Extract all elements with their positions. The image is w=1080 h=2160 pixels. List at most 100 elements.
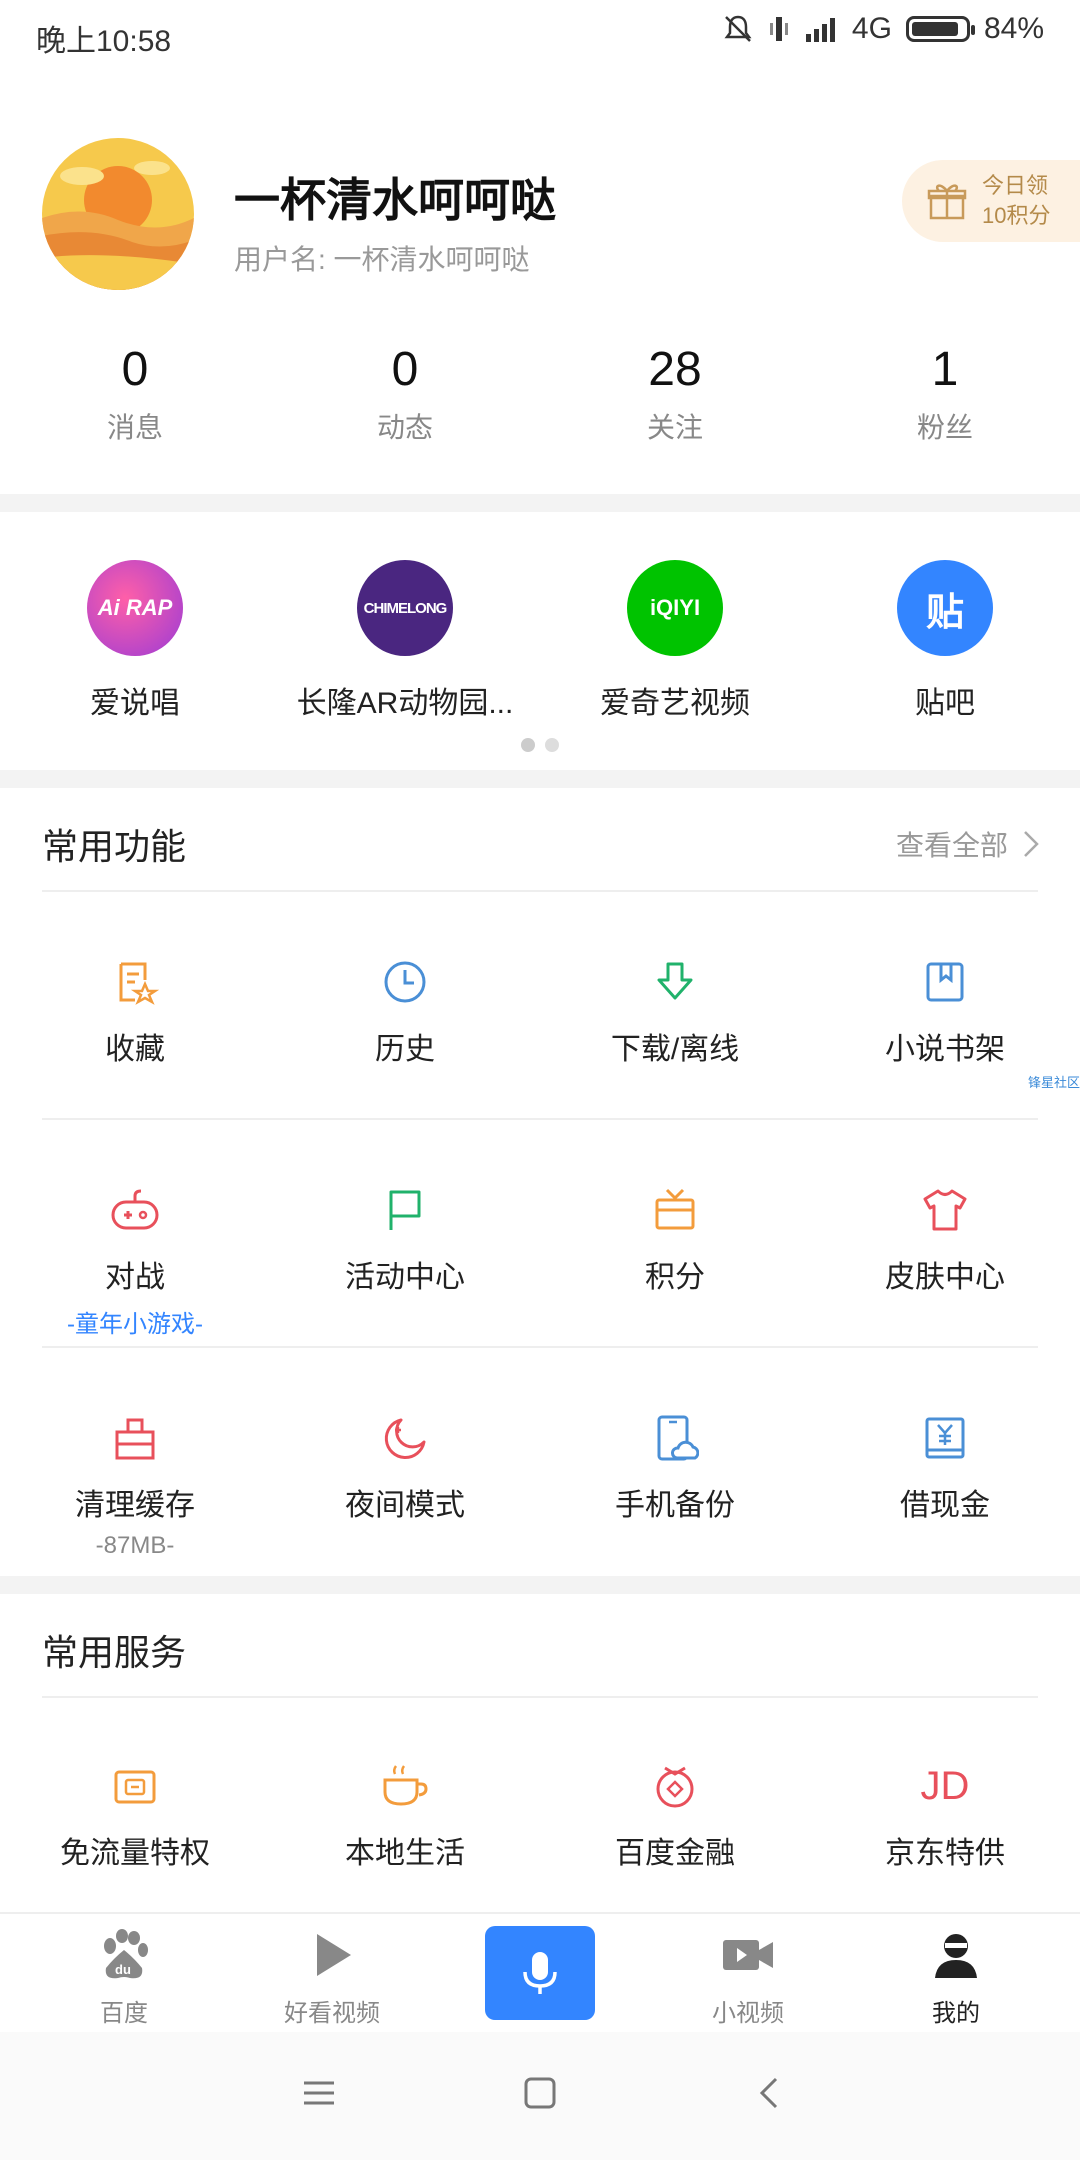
function-label: 活动中心: [345, 1261, 465, 1294]
function-borrow-cash[interactable]: 借现金: [810, 1414, 1080, 1560]
app-iqiyi[interactable]: iQIYI 爱奇艺视频: [540, 560, 810, 722]
function-clear-cache[interactable]: 清理缓存 -87MB-: [0, 1414, 270, 1560]
nav-baidu[interactable]: du 百度: [20, 1914, 228, 2032]
finance-icon: [656, 1766, 694, 1808]
service-local-life[interactable]: 本地生活: [270, 1762, 540, 1872]
stat-following[interactable]: 28 关注: [540, 340, 810, 446]
profile-username: 用户名: 一杯清水呵呵哒: [234, 244, 530, 275]
app-name: 长隆AR动物园...: [296, 687, 514, 720]
back-icon[interactable]: [752, 2076, 786, 2110]
user-icon: [935, 1934, 977, 1978]
service-baidu-finance[interactable]: 百度金融: [540, 1762, 810, 1872]
function-points[interactable]: 积分: [540, 1186, 810, 1339]
shirt-icon: [923, 1189, 967, 1231]
nav-short-video[interactable]: 小视频: [644, 1914, 852, 2032]
app-chimelong[interactable]: CHIMELONG 长隆AR动物园...: [270, 560, 540, 722]
nav-label: 百度: [100, 2000, 148, 2027]
stat-fans[interactable]: 1 粉丝: [810, 340, 1080, 446]
function-label: 清理缓存: [75, 1489, 195, 1522]
points-icon: [655, 1188, 695, 1230]
page-dot: [545, 738, 559, 752]
function-label: 小说书架: [885, 1033, 1005, 1066]
recent-apps: Ai RAP 爱说唱 CHIMELONG 长隆AR动物园... iQIYI 爱奇…: [0, 560, 1080, 722]
jd-icon: JD: [920, 1764, 970, 1808]
moon-icon: [384, 1418, 426, 1459]
services-row: 免流量特权 本地生活 百度金融 JD 京东特供: [0, 1762, 1080, 1872]
bottom-nav: du 百度 好看视频 小视频 我的: [0, 1912, 1080, 2032]
cash-icon: [925, 1417, 965, 1459]
function-activity-center[interactable]: 活动中心: [270, 1186, 540, 1339]
daily-points-button[interactable]: 今日领 10积分: [902, 160, 1080, 242]
free-data-icon: [114, 1770, 156, 1804]
chevron-right-icon: [1024, 831, 1039, 857]
divider: [42, 1696, 1038, 1698]
service-jd[interactable]: JD 京东特供: [810, 1762, 1080, 1872]
nav-haokan-video[interactable]: 好看视频: [228, 1914, 436, 2032]
function-night-mode[interactable]: 夜间模式: [270, 1414, 540, 1560]
coffee-icon: [383, 1765, 428, 1806]
function-row-2: 对战 -童年小游戏- 活动中心 积分 皮肤中心: [0, 1186, 1080, 1339]
divider: [42, 1346, 1038, 1348]
function-history[interactable]: 历史: [270, 958, 540, 1068]
nav-label: 小视频: [712, 2000, 784, 2027]
service-label: 百度金融: [615, 1837, 735, 1870]
status-icons: 4G 84%: [722, 12, 1044, 46]
gift-label-1: 今日领: [982, 173, 1049, 198]
stat-messages[interactable]: 0 消息: [0, 340, 270, 446]
app-name: 爱奇艺视频: [600, 687, 750, 720]
battery-percent: 84%: [983, 12, 1044, 45]
function-label: 手机备份: [615, 1489, 735, 1522]
function-skin-center[interactable]: 皮肤中心: [810, 1186, 1080, 1339]
function-label: 收藏: [105, 1033, 165, 1066]
gamepad-icon: [111, 1189, 159, 1230]
phone-backup-icon: [657, 1415, 699, 1461]
function-favorites[interactable]: 收藏: [0, 958, 270, 1068]
app-tieba[interactable]: 贴 贴吧: [810, 560, 1080, 722]
see-all-link[interactable]: 查看全部: [896, 824, 1040, 864]
profile-name: 一杯清水呵呵哒: [234, 174, 556, 226]
svg-text:du: du: [115, 1962, 131, 1977]
stat-label: 动态: [376, 412, 433, 443]
function-sublabel: -87MB-: [95, 1532, 175, 1559]
iqiyi-icon: iQIYI: [627, 560, 723, 656]
gift-label-2: 10积分: [982, 203, 1051, 228]
mute-icon: [724, 15, 752, 42]
home-icon[interactable]: [523, 2076, 557, 2110]
voice-search-button[interactable]: [485, 1926, 595, 2020]
service-free-data[interactable]: 免流量特权: [0, 1762, 270, 1872]
function-row-1: 收藏 历史 下载/离线 小说书架: [0, 958, 1080, 1068]
nav-mine[interactable]: 我的: [852, 1914, 1060, 2032]
stat-label: 粉丝: [916, 412, 973, 443]
watermark-text: 锋星社区: [1027, 1075, 1080, 1090]
menu-icon[interactable]: [302, 2076, 336, 2110]
function-label: 积分: [645, 1261, 705, 1294]
bookshelf-icon: [926, 962, 964, 1002]
nav-label: 我的: [932, 2000, 980, 2027]
system-nav-bar: [0, 2032, 1080, 2160]
function-label: 借现金: [900, 1489, 990, 1522]
function-phone-backup[interactable]: 手机备份: [540, 1414, 810, 1560]
ai-rap-icon: Ai RAP: [87, 560, 183, 656]
stat-label: 消息: [106, 412, 163, 443]
function-battle[interactable]: 对战 -童年小游戏-: [0, 1186, 270, 1339]
page-dot: [521, 738, 535, 752]
profile-stats: 0 消息 0 动态 28 关注 1 粉丝: [0, 340, 1080, 446]
clock-icon: [384, 961, 426, 1003]
network-type: 4G: [851, 12, 892, 45]
app-name: 爱说唱: [90, 687, 180, 720]
app-ai-rap[interactable]: Ai RAP 爱说唱: [0, 560, 270, 722]
section-divider: [0, 494, 1080, 512]
function-label: 历史: [375, 1033, 435, 1066]
baidu-paw-icon: du: [104, 1929, 148, 1979]
function-bookshelf[interactable]: 小说书架: [810, 958, 1080, 1068]
avatar[interactable]: [42, 138, 194, 290]
stat-value: 0: [391, 343, 419, 396]
service-label: 本地生活: [345, 1837, 465, 1870]
app-name: 贴吧: [915, 687, 975, 720]
nav-label: 好看视频: [284, 2000, 380, 2027]
section-divider: [0, 1576, 1080, 1594]
page-indicator: [0, 738, 1080, 752]
function-download[interactable]: 下载/离线: [540, 958, 810, 1068]
battery-icon: [905, 16, 975, 42]
stat-activity[interactable]: 0 动态: [270, 340, 540, 446]
